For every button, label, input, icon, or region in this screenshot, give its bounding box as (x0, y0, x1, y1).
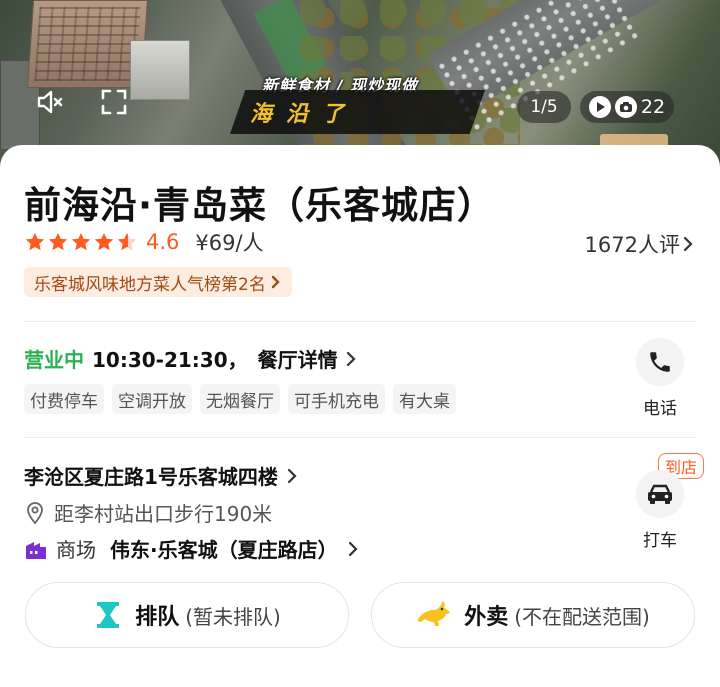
camera-circle-icon (614, 96, 637, 118)
rating-row: 4.6 ¥69/人 (24, 229, 264, 255)
address-link[interactable]: 李沧区夏庄路1号乐客城四楼 (24, 461, 298, 490)
mall-name: 伟东·乐客城（夏庄路店） (110, 538, 338, 562)
location-pin-icon (27, 501, 43, 524)
hero-image-building (130, 40, 190, 100)
kangaroo-delivery-icon (418, 601, 451, 626)
delivery-label: 外卖 (464, 605, 509, 630)
distance-info: 距李村站出口步行190米 (24, 498, 272, 527)
call-button[interactable]: 电话 (624, 338, 696, 419)
star-rating (24, 231, 138, 253)
taxi-button[interactable]: 打车 (624, 470, 696, 551)
facility-tag: 有大桌 (393, 384, 456, 414)
open-status: 营业中 (24, 348, 84, 372)
star-icon (25, 232, 45, 251)
rank-badge[interactable]: 乐客城风味地方菜人气榜第2名 (24, 267, 292, 297)
facility-tag: 可手机充电 (288, 384, 385, 414)
open-hours: 10:30-21:30， (92, 348, 248, 372)
call-label: 电话 (643, 399, 677, 419)
facility-tag: 无烟餐厅 (200, 384, 280, 414)
delivery-button[interactable]: 外卖 (不在配送范围) (371, 582, 695, 648)
gallery-page-counter: 1/5 (517, 91, 571, 123)
queue-button[interactable]: 排队 (暂未排队) (25, 582, 349, 648)
chevron-right-icon (348, 541, 358, 556)
car-icon-circle (636, 470, 684, 518)
mall-building-icon (26, 541, 46, 559)
business-hours[interactable]: 营业中 10:30-21:30， 餐厅详情 (24, 344, 358, 373)
star-icon (48, 232, 68, 251)
fullscreen-button[interactable] (96, 84, 132, 120)
facility-tag: 付费停车 (24, 384, 104, 414)
divider (24, 321, 696, 322)
restaurant-detail-label: 餐厅详情 (257, 348, 338, 372)
shop-title: 前海沿·青岛菜（乐客城店） (24, 184, 496, 227)
rank-badge-label: 乐客城风味地方菜人气榜第2名 (34, 274, 266, 295)
media-count-button[interactable]: 22 (580, 91, 674, 123)
phone-icon (650, 352, 670, 372)
media-count: 22 (640, 96, 666, 118)
review-count: 1672人评 (584, 233, 680, 257)
facility-tags: 付费停车 空调开放 无烟餐厅 可手机充电 有大桌 (24, 384, 456, 414)
facility-tag: 空调开放 (112, 384, 192, 414)
queue-label: 排队 (135, 605, 180, 630)
average-price: ¥69/人 (195, 231, 264, 255)
delivery-status: (不在配送范围) (514, 604, 650, 629)
star-icon (71, 232, 91, 251)
mute-button[interactable] (32, 84, 68, 120)
fullscreen-icon (101, 89, 127, 115)
star-half-icon (117, 232, 137, 251)
hourglass-icon (97, 602, 120, 628)
restaurant-detail-link[interactable]: 餐厅详情 (258, 344, 358, 373)
rating-score: 4.6 (146, 230, 180, 254)
play-circle-icon (588, 96, 611, 118)
speaker-mute-icon (37, 90, 63, 114)
shop-info-card: 前海沿·青岛菜（乐客城店） 4.6 ¥69/人 1672人评 乐客城风味地方菜人… (0, 145, 720, 687)
reviews-link[interactable]: 1672人评 (585, 229, 696, 259)
chevron-right-icon (287, 468, 297, 483)
chevron-right-icon (683, 236, 693, 252)
queue-status: (暂未排队) (185, 604, 281, 629)
phone-icon-circle (636, 338, 684, 386)
chevron-right-icon (346, 351, 356, 366)
divider (24, 437, 696, 438)
car-icon (648, 484, 672, 504)
mall-link[interactable]: 商场 伟东·乐客城（夏庄路店） (24, 534, 360, 563)
video-caption-main: 海沿了 (250, 102, 359, 127)
chevron-right-icon (271, 275, 280, 289)
mall-type: 商场 (56, 538, 96, 562)
distance-text: 距李村站出口步行190米 (54, 502, 273, 526)
taxi-label: 打车 (643, 531, 677, 551)
star-icon (94, 232, 114, 251)
address-text: 李沧区夏庄路1号乐客城四楼 (24, 465, 278, 489)
